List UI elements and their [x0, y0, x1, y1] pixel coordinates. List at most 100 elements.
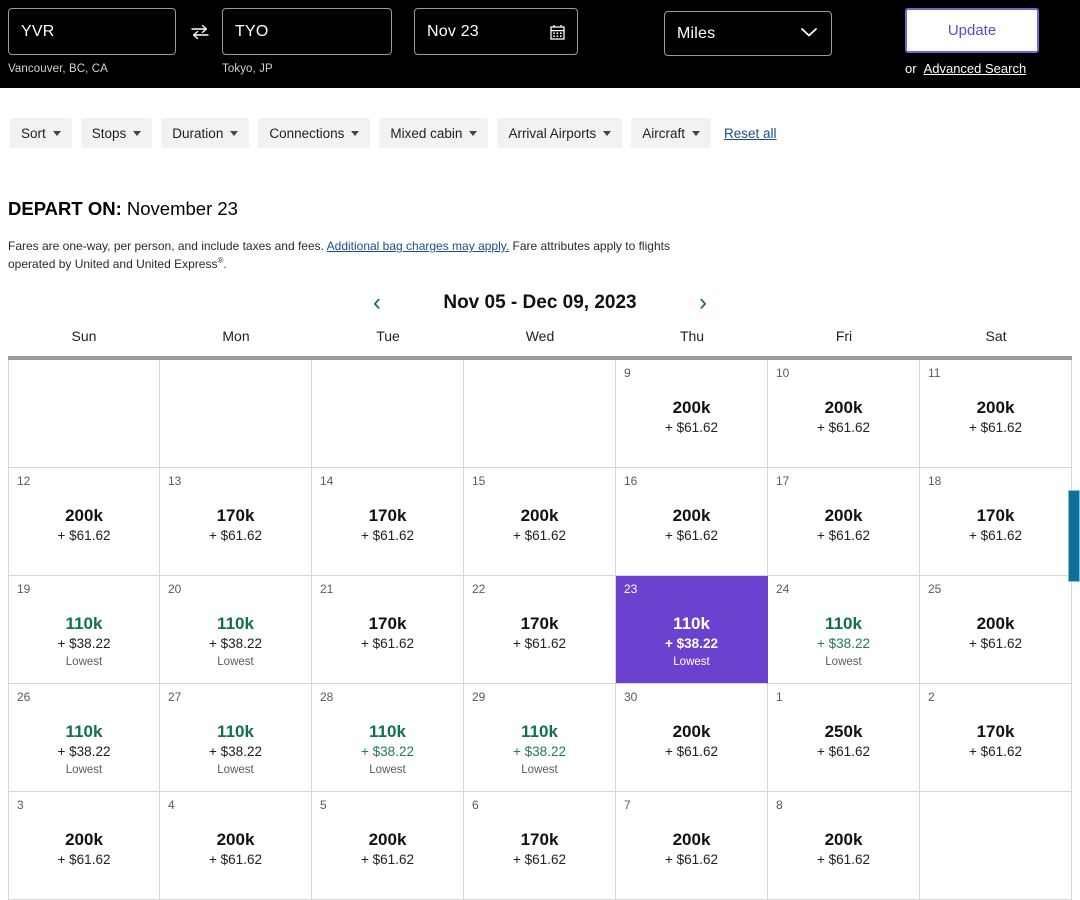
or-label: or — [905, 61, 917, 76]
filter-chip-arrival-airports[interactable]: Arrival Airports — [497, 118, 623, 148]
calendar-icon — [550, 24, 565, 40]
filter-chip-aircraft[interactable]: Aircraft — [631, 118, 711, 148]
calendar-cell-day-27[interactable]: 27 110k + $38.22 Lowest — [160, 684, 312, 792]
calendar-day-number: 20 — [168, 582, 182, 596]
calendar-cell-day-5[interactable]: 5 200k + $61.62 — [312, 792, 464, 900]
calendar-cell-day-14[interactable]: 14 170k + $61.62 — [312, 468, 464, 576]
fare-block: 200k + $61.62 — [616, 506, 767, 546]
bag-charges-link[interactable]: Additional bag charges may apply. — [327, 239, 510, 253]
filter-chip-mixed-cabin[interactable]: Mixed cabin — [379, 118, 489, 148]
prev-week-arrow-icon[interactable]: ‹ — [367, 291, 387, 315]
filter-chip-duration[interactable]: Duration — [161, 118, 250, 148]
fare-cash: + $61.62 — [817, 851, 870, 867]
calendar-cell-day-9[interactable]: 9 200k + $61.62 — [616, 360, 768, 468]
calendar-cell-day-26[interactable]: 26 110k + $38.22 Lowest — [8, 684, 160, 792]
fare-miles: 170k — [368, 614, 407, 633]
calendar-cell-day-23[interactable]: 23 110k + $38.22 Lowest — [616, 576, 768, 684]
calendar-cell-day-16[interactable]: 16 200k + $61.62 — [616, 468, 768, 576]
calendar-cell-day-4[interactable]: 4 200k + $61.62 — [160, 792, 312, 900]
calendar-cell-day-8[interactable]: 8 200k + $61.62 — [768, 792, 920, 900]
calendar-cell-day-29[interactable]: 29 110k + $38.22 Lowest — [464, 684, 616, 792]
depart-on-date: November 23 — [126, 198, 238, 219]
calendar-cell-day-20[interactable]: 20 110k + $38.22 Lowest — [160, 576, 312, 684]
fare-cash: + $61.62 — [57, 851, 111, 867]
calendar-cell-day-24[interactable]: 24 110k + $38.22 Lowest — [768, 576, 920, 684]
fare-block: 200k + $61.62 — [160, 830, 311, 870]
fare-block: 200k + $61.62 — [616, 398, 767, 438]
calendar-day-number: 10 — [776, 366, 790, 380]
update-button[interactable]: Update — [905, 8, 1039, 53]
fare-miles: 200k — [976, 398, 1015, 417]
filter-chip-stops[interactable]: Stops — [80, 118, 153, 148]
vertical-scrollbar-thumb[interactable] — [1068, 490, 1080, 582]
calendar-cell-day-2[interactable]: 2 170k + $61.62 — [920, 684, 1072, 792]
fare-cash: + $61.62 — [969, 419, 1022, 435]
calendar-day-number: 6 — [472, 798, 479, 812]
fare-cash: + $61.62 — [513, 527, 566, 543]
calendar-day-number: 25 — [928, 582, 942, 596]
fare-block: 200k + $61.62 — [9, 830, 159, 870]
fare-miles: 170k — [976, 506, 1015, 525]
chevron-down-icon — [133, 130, 142, 136]
fare-cash: + $61.62 — [57, 527, 111, 543]
day-of-week-sat: Sat — [985, 328, 1007, 344]
fare-cash: + $38.22 — [57, 743, 111, 759]
currency-select[interactable]: Miles — [664, 11, 832, 56]
calendar-cell-day-19[interactable]: 19 110k + $38.22 Lowest — [8, 576, 160, 684]
fare-miles: 170k — [976, 722, 1015, 741]
lowest-fare-tag: Lowest — [825, 655, 862, 668]
fare-block: 200k + $61.62 — [768, 398, 919, 438]
fare-miles: 200k — [672, 398, 711, 417]
reset-all-link[interactable]: Reset all — [724, 126, 777, 141]
swap-airports-icon[interactable] — [186, 22, 214, 42]
fare-block: 170k + $61.62 — [160, 506, 311, 546]
calendar-cell-day-6[interactable]: 6 170k + $61.62 — [464, 792, 616, 900]
calendar-cell-day-25[interactable]: 25 200k + $61.62 — [920, 576, 1072, 684]
fare-cash: + $61.62 — [817, 743, 870, 759]
fare-cash: + $61.62 — [665, 419, 718, 435]
calendar-cell-day-12[interactable]: 12 200k + $61.62 — [8, 468, 160, 576]
filter-chip-connections[interactable]: Connections — [258, 118, 371, 148]
calendar-day-number: 13 — [168, 474, 182, 488]
calendar-cell-day-1[interactable]: 1 250k + $61.62 — [768, 684, 920, 792]
fare-miles: 200k — [520, 506, 559, 525]
calendar-cell-day-7[interactable]: 7 200k + $61.62 — [616, 792, 768, 900]
swap-arrows-icon — [191, 24, 209, 40]
chevron-down-icon — [603, 130, 612, 136]
advanced-search-link[interactable]: Advanced Search — [924, 61, 1027, 76]
calendar-cell-day-30[interactable]: 30 200k + $61.62 — [616, 684, 768, 792]
day-of-week-mon: Mon — [222, 328, 250, 344]
day-of-week-fri: Fri — [835, 328, 853, 344]
calendar-cell-day-10[interactable]: 10 200k + $61.62 — [768, 360, 920, 468]
fare-cash: + $38.22 — [361, 743, 414, 759]
lowest-fare-tag: Lowest — [369, 763, 406, 776]
filter-chip-sort[interactable]: Sort — [10, 118, 72, 148]
fare-cash: + $38.22 — [513, 743, 566, 759]
calendar-day-number: 17 — [776, 474, 790, 488]
destination-airport-field[interactable]: TYO — [222, 8, 392, 55]
fare-cash: + $61.62 — [817, 419, 870, 435]
next-week-arrow-icon[interactable]: › — [693, 291, 713, 315]
calendar-cell-day-3[interactable]: 3 200k + $61.62 — [8, 792, 160, 900]
calendar-day-number: 27 — [168, 690, 182, 704]
calendar-cell-day-13[interactable]: 13 170k + $61.62 — [160, 468, 312, 576]
calendar-cell-day-18[interactable]: 18 170k + $61.62 — [920, 468, 1072, 576]
fare-block: 170k + $61.62 — [920, 506, 1071, 546]
filter-chip-label: Mixed cabin — [390, 125, 463, 141]
calendar-cell-day-21[interactable]: 21 170k + $61.62 — [312, 576, 464, 684]
calendar-day-number: 28 — [320, 690, 334, 704]
calendar-cell-day-28[interactable]: 28 110k + $38.22 Lowest — [312, 684, 464, 792]
fare-miles: 170k — [368, 506, 407, 525]
fare-block: 200k + $61.62 — [616, 830, 767, 870]
origin-airport-field[interactable]: YVR — [8, 8, 176, 55]
fare-block: 110k + $38.22 Lowest — [768, 614, 919, 670]
depart-date-field[interactable]: Nov 23 — [414, 8, 578, 55]
lowest-fare-tag: Lowest — [521, 763, 558, 776]
calendar-cell-day-15[interactable]: 15 200k + $61.62 — [464, 468, 616, 576]
calendar-cell-day-11[interactable]: 11 200k + $61.62 — [920, 360, 1072, 468]
calendar-cell-day-17[interactable]: 17 200k + $61.62 — [768, 468, 920, 576]
fare-miles: 110k — [521, 722, 558, 741]
calendar-day-number: 30 — [624, 690, 638, 704]
calendar-cell-day-22[interactable]: 22 170k + $61.62 — [464, 576, 616, 684]
fare-block: 110k + $38.22 Lowest — [9, 614, 159, 670]
